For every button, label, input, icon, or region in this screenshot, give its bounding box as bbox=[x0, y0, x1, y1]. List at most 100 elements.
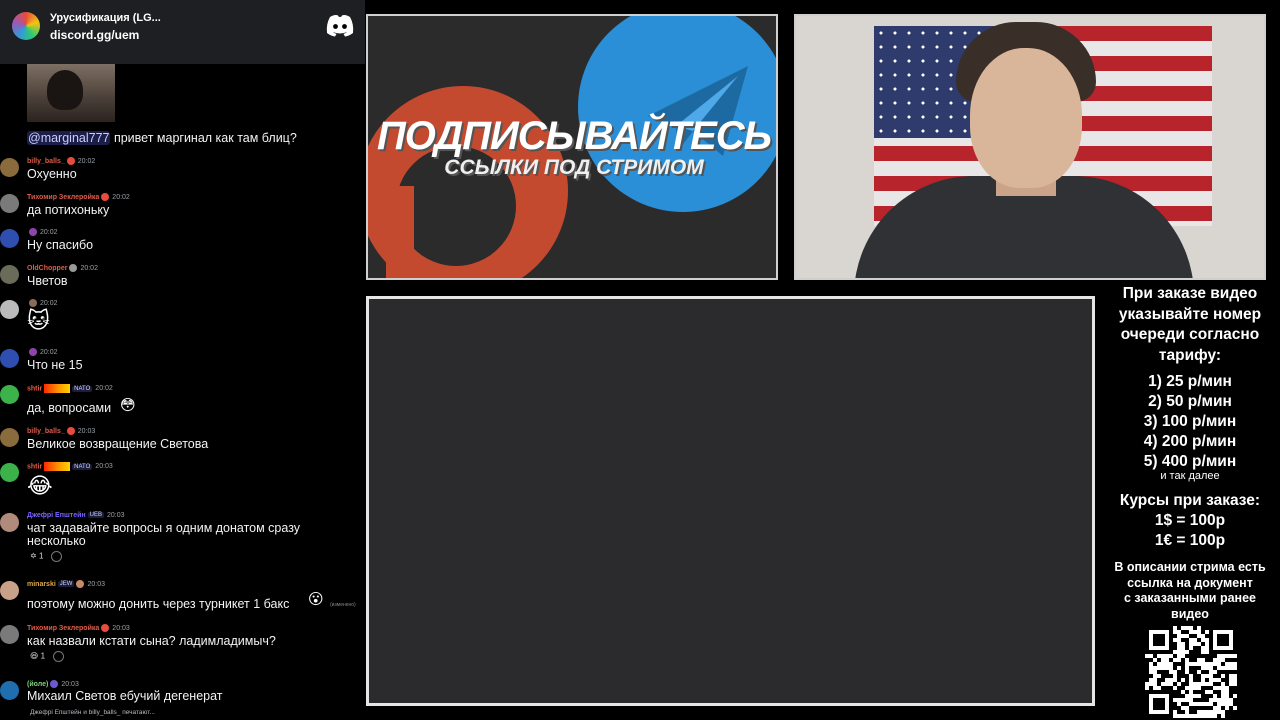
qr-cell bbox=[1193, 626, 1197, 630]
author-name[interactable]: shtir bbox=[27, 463, 42, 470]
add-reaction-icon[interactable] bbox=[53, 651, 65, 662]
price-tier: 5) 400 р/мин bbox=[1143, 453, 1237, 470]
avatar[interactable] bbox=[0, 385, 19, 404]
qr-cell bbox=[1233, 650, 1237, 654]
role-tag: UEB bbox=[87, 512, 104, 519]
qr-code-icon bbox=[1145, 626, 1237, 718]
timestamp: 20:03 bbox=[95, 463, 113, 471]
qr-cell bbox=[1233, 702, 1237, 706]
author-name[interactable]: Джефрі Епштейн bbox=[27, 512, 86, 519]
qr-cell bbox=[1205, 670, 1209, 674]
ordered-video-area bbox=[366, 296, 1095, 706]
role-badge-icon bbox=[29, 348, 37, 356]
author-name[interactable]: OldChopper bbox=[27, 265, 67, 272]
qr-cell bbox=[1169, 674, 1173, 678]
qr-cell bbox=[1161, 642, 1165, 646]
message-meta: (йоле) 20:03 bbox=[27, 680, 79, 688]
author-name[interactable]: (йоле) bbox=[27, 681, 48, 688]
timestamp: 20:02 bbox=[112, 193, 130, 201]
avatar[interactable] bbox=[0, 265, 19, 284]
author-name[interactable]: Тихомир Зеклеройка bbox=[27, 194, 99, 201]
price-tier: 4) 200 р/мин bbox=[1143, 433, 1237, 450]
qr-cell bbox=[1157, 658, 1161, 662]
qr-cell bbox=[1217, 694, 1221, 698]
banner-headline: ПОДПИСЫВАЙТЕСЬ bbox=[376, 114, 772, 158]
avatar[interactable] bbox=[0, 229, 19, 248]
tiers-etc: и так далее bbox=[1160, 470, 1220, 482]
discord-chat-panel: Урусификация (LG... discord.gg/uem @marg… bbox=[0, 0, 365, 720]
timestamp: 20:02 bbox=[80, 264, 98, 272]
qr-cell bbox=[1213, 654, 1217, 658]
author-name[interactable]: minarski bbox=[27, 581, 56, 588]
message-meta: Тихомир Зеклеройка 20:03 bbox=[27, 624, 130, 632]
exchange-rates: Курсы при заказе: 1$ = 100р 1€ = 100р bbox=[1100, 491, 1280, 551]
message-meta: 20:02 bbox=[27, 348, 58, 356]
server-invite-link[interactable]: discord.gg/uem bbox=[50, 28, 139, 42]
avatar[interactable] bbox=[0, 463, 19, 482]
message-text: да, вопросами bbox=[27, 401, 112, 415]
author-name[interactable]: billy_balls_ bbox=[27, 158, 65, 165]
qr-cell bbox=[1209, 706, 1213, 710]
qr-cell bbox=[1217, 714, 1221, 718]
avatar[interactable] bbox=[0, 625, 19, 644]
info-line: указывайте номер bbox=[1118, 305, 1262, 323]
role-badge-icon bbox=[76, 580, 85, 588]
description-note: В описании стрима есть ссылка на докумен… bbox=[1100, 560, 1280, 622]
message-meta: shtir NATO 20:03 bbox=[27, 462, 113, 471]
author-name[interactable]: Тихомир Зеклеройка bbox=[27, 625, 99, 632]
timestamp: 20:02 bbox=[40, 348, 58, 356]
avatar[interactable] bbox=[0, 349, 19, 368]
message-text: Чветов bbox=[27, 274, 68, 288]
rate-line: 1€ = 100р bbox=[1154, 532, 1226, 549]
reaction[interactable]: 😆 1 bbox=[30, 651, 65, 662]
qr-cell bbox=[1213, 702, 1217, 706]
timestamp: 20:02 bbox=[77, 157, 96, 165]
qr-cell bbox=[1233, 714, 1237, 718]
qr-cell bbox=[1185, 682, 1189, 686]
message-text: Охуенно bbox=[27, 167, 77, 181]
server-header[interactable]: Урусификация (LG... discord.gg/uem bbox=[0, 0, 365, 64]
message-text: Михаил Светов ебучий дегенерат bbox=[27, 689, 223, 703]
reaction[interactable]: ✡ 1 bbox=[30, 551, 63, 562]
image-attachment[interactable] bbox=[27, 64, 115, 122]
message-text: Что не 15 bbox=[27, 358, 83, 372]
role-badge-icon bbox=[101, 193, 110, 201]
message-text: @marginal777 привет маргинал как там бли… bbox=[27, 131, 297, 145]
author-name[interactable]: billy_balls_ bbox=[27, 428, 65, 435]
message-meta: Тихомир Зеклеройка 20:02 bbox=[27, 193, 130, 201]
avatar[interactable] bbox=[0, 158, 19, 177]
laughing-reaction-icon: 😆 bbox=[30, 651, 39, 661]
typing-indicator: Джефрі Епштейн и billy_balls_ печатают..… bbox=[30, 709, 155, 716]
timestamp: 20:02 bbox=[40, 228, 58, 236]
avatar[interactable] bbox=[0, 428, 19, 447]
patreon-logo-bar bbox=[386, 186, 414, 278]
qr-cell bbox=[1169, 714, 1173, 718]
avatar[interactable] bbox=[0, 300, 19, 319]
cat-sticker-icon: 🐱 bbox=[27, 308, 50, 333]
role-badge-icon bbox=[29, 299, 37, 307]
order-instructions: При заказе видео указывайте номер очеред… bbox=[1100, 284, 1280, 366]
avatar[interactable] bbox=[0, 513, 19, 532]
author-name[interactable]: shtir bbox=[27, 385, 42, 392]
message-text: да потихоньку bbox=[27, 203, 110, 217]
add-reaction-icon[interactable] bbox=[51, 551, 63, 562]
role-badge-icon bbox=[50, 680, 59, 688]
qr-cell bbox=[1173, 646, 1177, 650]
user-mention[interactable]: @marginal777 bbox=[27, 131, 111, 145]
price-tier: 2) 50 р/мин bbox=[1148, 393, 1232, 410]
qr-cell bbox=[1217, 682, 1221, 686]
edited-label: (изменено) bbox=[330, 602, 356, 608]
qr-cell bbox=[1193, 710, 1197, 714]
avatar[interactable] bbox=[0, 194, 19, 213]
avatar[interactable] bbox=[0, 581, 19, 600]
avatar[interactable] bbox=[0, 681, 19, 700]
subscribe-banner: ПОДПИСЫВАЙТЕСЬ ССЫЛКИ ПОД СТРИМОМ bbox=[366, 14, 778, 280]
order-info-panel: При заказе видео указывайте номер очеред… bbox=[1100, 284, 1280, 720]
message-meta: 20:02 bbox=[27, 299, 58, 307]
message-text-rest: привет маргинал как там блиц? bbox=[110, 131, 297, 145]
message-text: как назвали кстати сына? ладимладимыч? bbox=[27, 634, 276, 648]
rate-line: 1$ = 100р bbox=[1154, 512, 1226, 529]
reaction-count: 1 bbox=[40, 651, 46, 661]
flame-badge-icon bbox=[44, 384, 71, 393]
message-text: Ну спасибо bbox=[27, 238, 94, 252]
